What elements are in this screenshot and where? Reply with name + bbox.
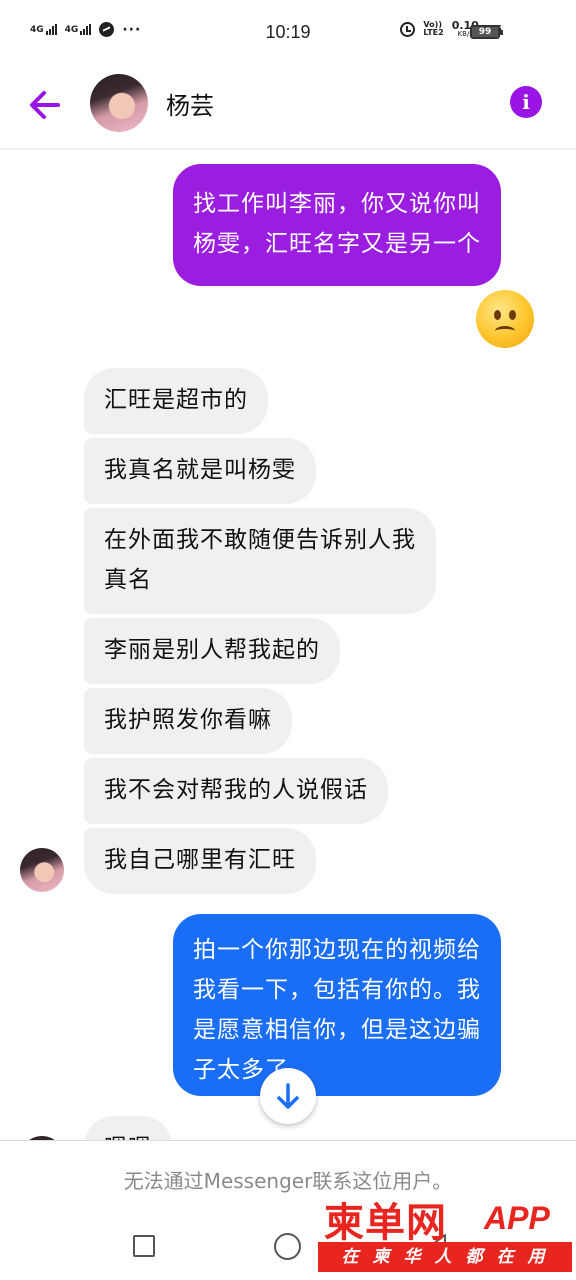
- watermark-slogan: 在柬华人都在用: [318, 1242, 572, 1272]
- status-bar: 4G 4G ··· 10:19 Vo)) LTE2 0.10 KB/s 4G 9…: [0, 0, 576, 64]
- watermark-logo: 柬单网 APP 在柬华人都在用: [318, 1190, 572, 1274]
- message-line: 汇旺是超市的: [104, 387, 248, 413]
- back-arrow-icon[interactable]: [24, 84, 66, 126]
- message-line: 我自己哪里有汇旺: [104, 847, 296, 873]
- outgoing-message[interactable]: 拍一个你那边现在的视频给 我看一下，包括有你的。我 是愿意相信你，但是这边骗 子…: [173, 914, 501, 1096]
- arrow-down-icon: [277, 1083, 299, 1109]
- incoming-message[interactable]: 嗯嗯: [84, 1116, 172, 1140]
- sender-avatar[interactable]: [20, 848, 64, 892]
- incoming-message[interactable]: 我护照发你看嘛: [84, 688, 292, 754]
- alarm-icon: [400, 21, 416, 37]
- watermark-app-label: APP: [484, 1200, 550, 1236]
- message-line: 我不会对帮我的人说假话: [104, 777, 368, 803]
- message-line: 是愿意相信你，但是这边骗: [193, 1017, 481, 1043]
- battery-icon: 99: [470, 25, 503, 39]
- message-line: 杨雯，汇旺名字又是另一个: [193, 231, 481, 257]
- home-button[interactable]: [274, 1233, 301, 1260]
- volte-icon: Vo)) LTE2: [423, 21, 443, 37]
- message-line: 我真名就是叫杨雯: [104, 457, 296, 483]
- message-thread[interactable]: 找工作叫李丽，你又说你叫 杨雯，汇旺名字又是另一个 汇旺是超市的 我真名就是叫杨…: [0, 150, 576, 1140]
- message-line: 找工作叫李丽，你又说你叫: [193, 191, 481, 217]
- incoming-message[interactable]: 李丽是别人帮我起的: [84, 618, 340, 684]
- message-line: 在外面我不敢随便告诉别人我: [104, 527, 416, 553]
- scroll-to-bottom-button[interactable]: [260, 1068, 316, 1124]
- incoming-message[interactable]: 我真名就是叫杨雯: [84, 438, 316, 504]
- chat-header: 杨芸 i: [0, 64, 576, 148]
- recent-apps-button[interactable]: [133, 1235, 155, 1257]
- sad-face-emoji-icon[interactable]: [476, 290, 534, 348]
- message-line: 嗯嗯: [104, 1128, 152, 1140]
- contact-avatar[interactable]: [90, 74, 148, 132]
- contact-name[interactable]: 杨芸: [166, 86, 214, 121]
- message-line: 李丽是别人帮我起的: [104, 637, 320, 663]
- message-line: 真名: [104, 567, 152, 593]
- incoming-message[interactable]: 在外面我不敢随便告诉别人我 真名: [84, 508, 436, 614]
- incoming-message[interactable]: 汇旺是超市的: [84, 368, 268, 434]
- message-line: 我看一下，包括有你的。我: [193, 977, 481, 1003]
- lte-label: LTE2: [423, 28, 444, 37]
- message-line: 拍一个你那边现在的视频给: [193, 937, 481, 963]
- message-line: 子太多了: [193, 1057, 289, 1083]
- outgoing-message[interactable]: 找工作叫李丽，你又说你叫 杨雯，汇旺名字又是另一个: [173, 164, 501, 286]
- message-line: 我护照发你看嘛: [104, 707, 272, 733]
- incoming-message[interactable]: 我不会对帮我的人说假话: [84, 758, 388, 824]
- info-icon[interactable]: i: [510, 86, 542, 118]
- watermark-brand: 柬单网: [324, 1200, 447, 1246]
- incoming-message[interactable]: 我自己哪里有汇旺: [84, 828, 316, 894]
